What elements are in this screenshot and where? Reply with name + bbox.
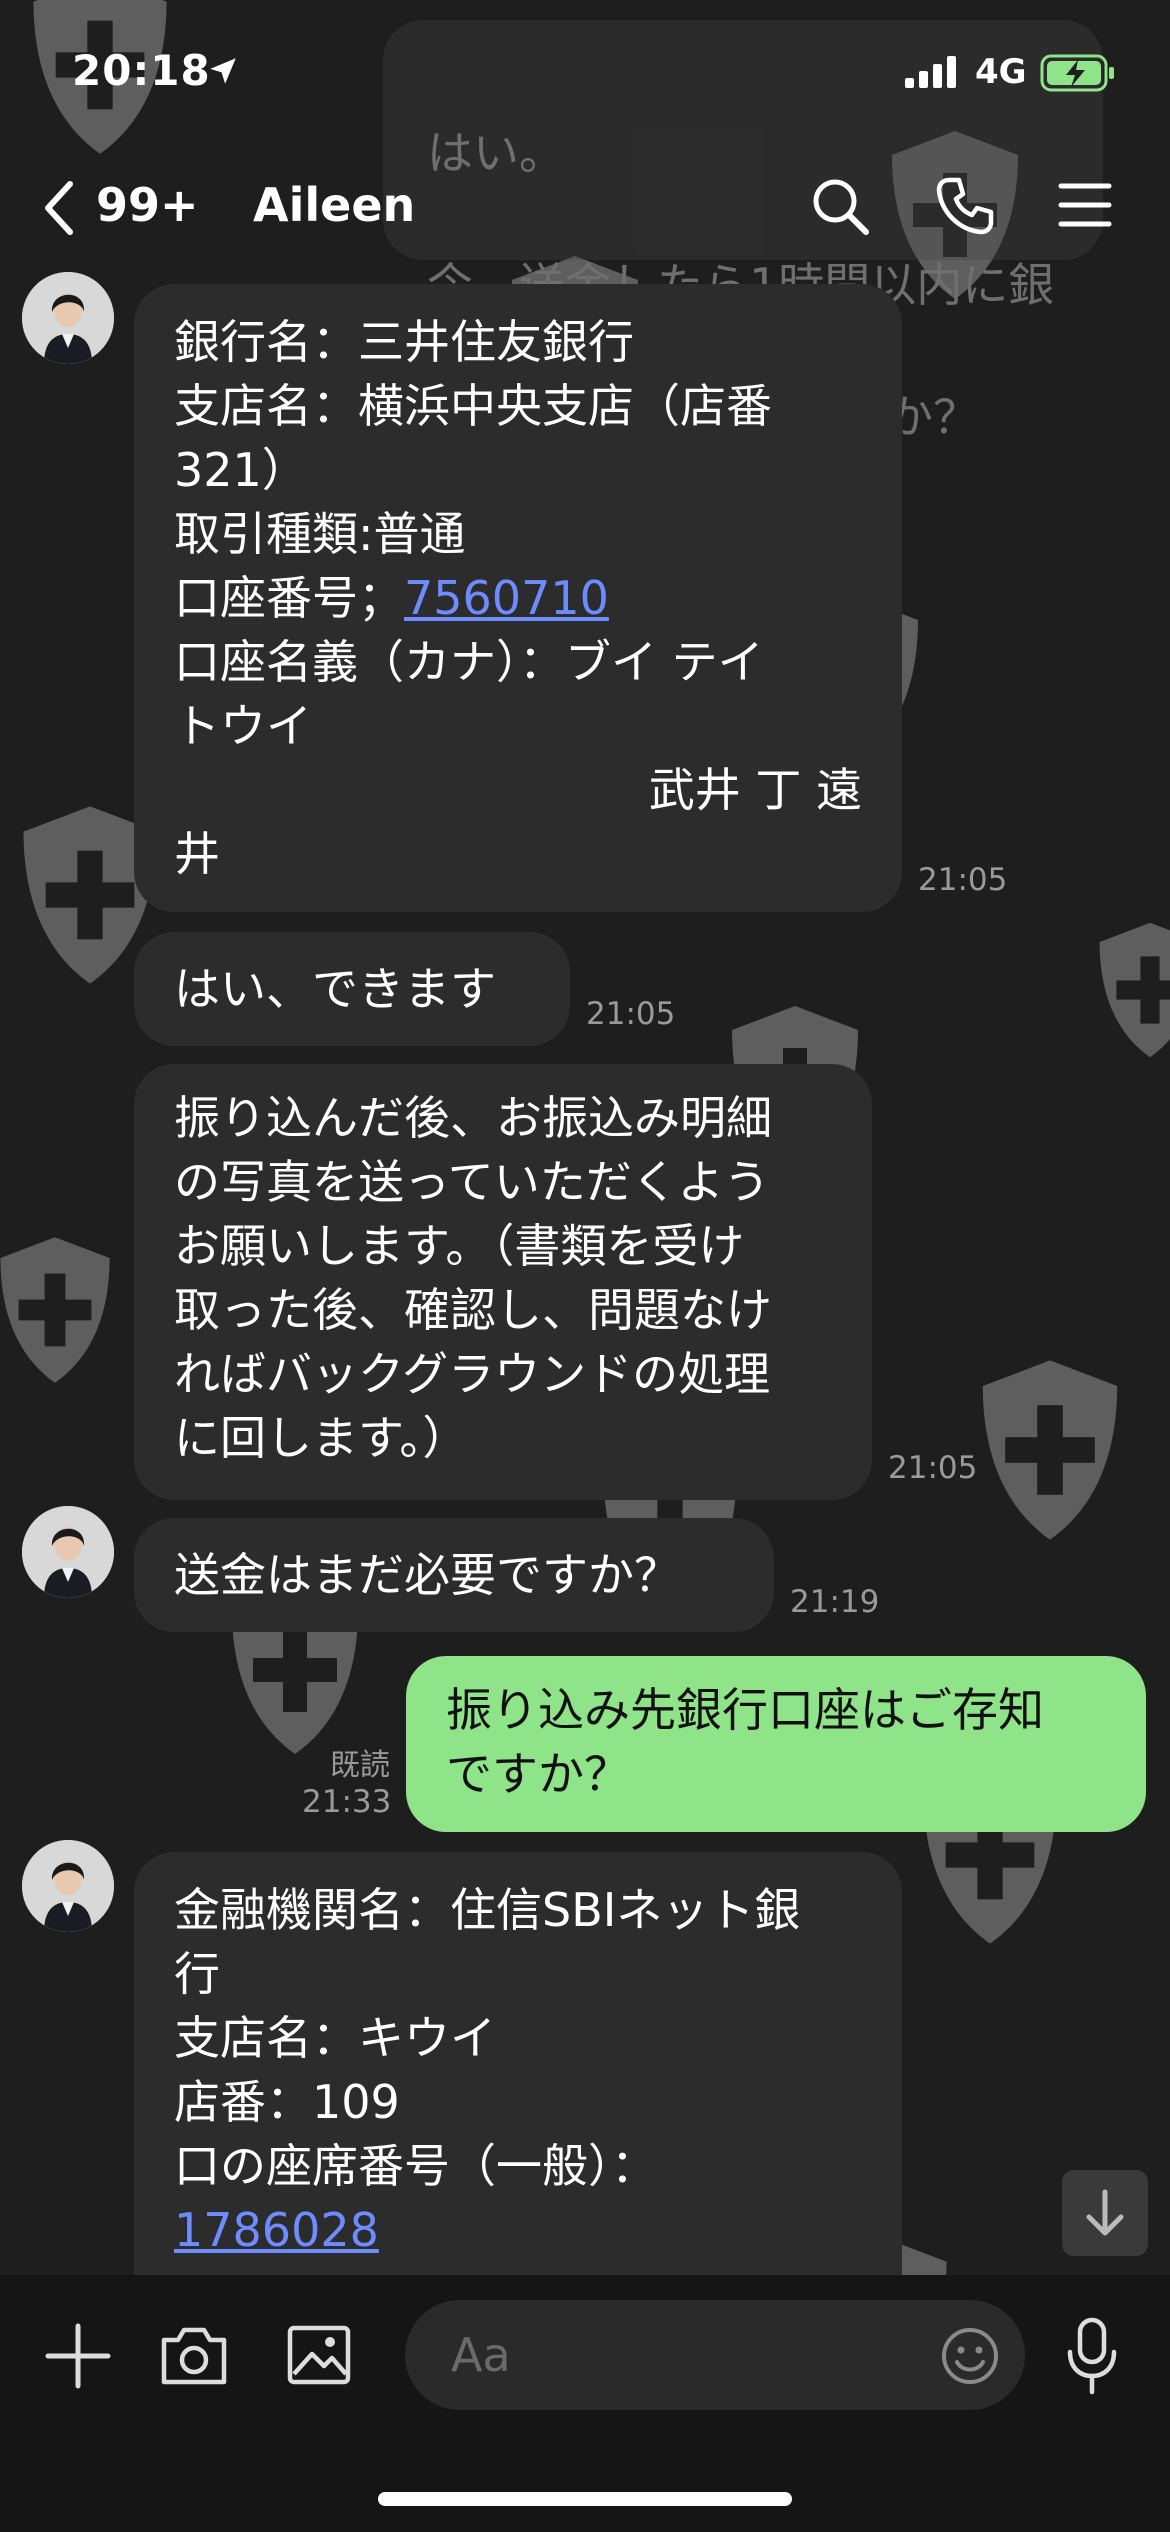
- message-line: 1786028: [174, 2198, 862, 2262]
- microphone-icon[interactable]: [1066, 2316, 1118, 2396]
- message-line: 口座名義（カナ）：ブイ テイ: [174, 635, 764, 689]
- signal-bars-icon: [905, 56, 959, 88]
- menu-icon[interactable]: [1058, 180, 1112, 230]
- camera-icon[interactable]: [158, 2322, 230, 2388]
- incoming-message-bubble[interactable]: はい、できます: [134, 932, 570, 1046]
- outgoing-message-bubble[interactable]: 振り込み先銀行口座はご存知 ですか？: [406, 1656, 1146, 1832]
- message-text: 口座番号；: [174, 571, 404, 625]
- incoming-message-bubble[interactable]: 金融機関名：住信SBIネット銀 行 支店名：キウイ 店番：109 口の座席番号（…: [134, 1852, 902, 2332]
- watermark-shield-icon: [0, 1220, 120, 1400]
- message-input-placeholder: Aa: [451, 2328, 511, 2382]
- account-number-link[interactable]: 7560710: [404, 571, 609, 625]
- message-line: はい、できます: [174, 962, 496, 1016]
- watermark-shield-icon: [970, 1350, 1130, 1550]
- message-line: 井: [174, 827, 220, 881]
- message-line: 行: [174, 1947, 220, 2001]
- incoming-message-bubble[interactable]: 送金はまだ必要ですか？: [134, 1518, 774, 1632]
- scroll-down-button[interactable]: [1062, 2170, 1148, 2256]
- message-line: 銀行名：三井住友銀行: [174, 315, 634, 369]
- home-indicator: [378, 2492, 792, 2506]
- message-line: トウイ: [174, 699, 312, 753]
- unread-count[interactable]: 99+: [96, 178, 199, 232]
- chat-title[interactable]: Aileen: [253, 178, 415, 232]
- message-timestamp: 21:19: [790, 1584, 880, 1620]
- incoming-message-bubble[interactable]: 銀行名：三井住友銀行 支店名：横浜中央支店（店番 321） 取引種類:普通 口座…: [134, 284, 902, 912]
- message-line: 送金はまだ必要ですか？: [174, 1548, 680, 1602]
- message-line: の写真を送っていただくよう: [174, 1155, 770, 1209]
- message-timestamp: 21:33: [302, 1784, 392, 1820]
- location-arrow-icon: [206, 54, 240, 88]
- status-time: 20:18: [72, 46, 211, 95]
- message-line: 店番：109: [174, 2075, 400, 2129]
- message-line: に回します。）: [174, 1411, 469, 1465]
- avatar[interactable]: [22, 272, 114, 364]
- message-timestamp: 21:05: [918, 862, 1008, 898]
- message-line: ればバックグラウンドの処理: [174, 1347, 771, 1401]
- image-icon[interactable]: [286, 2322, 352, 2388]
- status-bar: 20:18 4G: [0, 0, 1170, 150]
- message-line: 支店名：キウイ: [174, 2011, 496, 2065]
- message-timestamp: 21:05: [586, 996, 676, 1032]
- plus-icon[interactable]: [42, 2320, 114, 2392]
- read-receipt: 既読: [330, 1748, 390, 1783]
- network-type: 4G: [975, 52, 1027, 92]
- watermark-shield-icon: [1090, 900, 1170, 1080]
- message-line: 振り込んだ後、お振込み明細: [174, 1091, 772, 1145]
- message-line: 321）: [174, 443, 308, 497]
- message-line: お願いします。（書類を受け: [174, 1219, 745, 1273]
- message-line: ですか？: [446, 1747, 630, 1801]
- account-number-link[interactable]: 1786028: [174, 2203, 379, 2257]
- message-line: 取った後、確認し、問題なけ: [174, 1283, 772, 1337]
- message-line: 振り込み先銀行口座はご存知: [446, 1683, 1044, 1737]
- emoji-icon[interactable]: [940, 2326, 1000, 2386]
- message-line: 口座番号；7560710: [174, 566, 862, 630]
- phone-icon[interactable]: [935, 176, 995, 236]
- avatar[interactable]: [22, 1506, 114, 1598]
- message-timestamp: 21:05: [888, 1450, 978, 1486]
- message-input[interactable]: Aa: [405, 2300, 1025, 2410]
- message-line: 支店名：横浜中央支店（店番: [174, 379, 772, 433]
- battery-charging-icon: [1040, 54, 1116, 92]
- arrow-down-icon: [1086, 2189, 1124, 2236]
- incoming-message-bubble[interactable]: 振り込んだ後、お振込み明細 の写真を送っていただくよう お願いします。（書類を受…: [134, 1064, 872, 1500]
- back-chevron-icon[interactable]: [40, 178, 80, 238]
- message-line: 金融機関名：住信SBIネット銀: [174, 1883, 801, 1937]
- message-line: 取引種類:普通: [174, 507, 466, 561]
- avatar[interactable]: [22, 1840, 114, 1932]
- message-line: 武井 丁 遠: [648, 763, 862, 817]
- search-icon[interactable]: [810, 176, 870, 236]
- message-line: 口の座席番号（一般）：: [174, 2139, 657, 2193]
